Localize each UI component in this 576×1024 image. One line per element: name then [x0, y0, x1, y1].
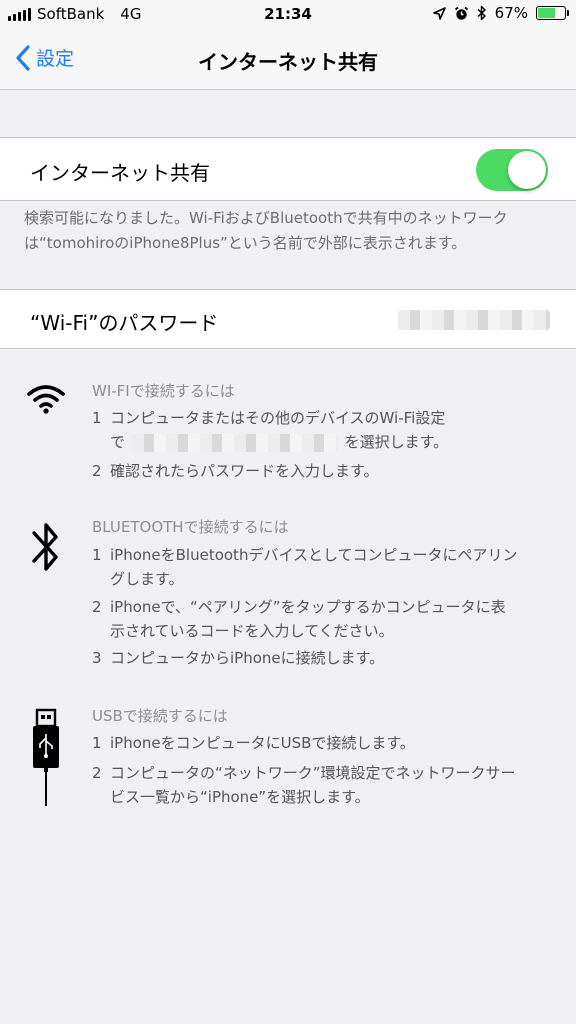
- location-arrow-icon: [432, 6, 446, 20]
- wifi-step-1-prefix: で: [110, 433, 126, 451]
- wifi-section-title: WI-FIで接続するには: [92, 382, 235, 400]
- usb-step-1: 1 iPhoneをコンピュータにUSBで接続します。: [92, 731, 566, 755]
- hotspot-toggle[interactable]: [476, 149, 548, 191]
- status-bar: SoftBank 4G 21:34 67%: [0, 0, 576, 30]
- navigation-bar: 設定 インターネット共有: [0, 30, 576, 90]
- wifi-icon: [27, 385, 65, 414]
- network-name-redacted: [131, 433, 338, 452]
- bluetooth-step-2: 2 iPhoneで、“ペアリング”をタップするかコンピュータに表 示されているコ…: [92, 595, 566, 643]
- bluetooth-step-1-line-2: グします。: [110, 570, 184, 588]
- usb-section-title: USBで接続するには: [92, 707, 228, 725]
- hotspot-footer: 検索可能になりました。Wi-FiおよびBluetoothで共有中のネットワーク …: [24, 206, 554, 256]
- wifi-password-label: “Wi-Fi”のパスワード: [30, 311, 219, 335]
- usb-step-2: 2 コンピュータの“ネットワーク”環境設定でネットワークサー ビス一覧から“iP…: [92, 761, 566, 809]
- step-number: 1: [92, 546, 102, 564]
- bluetooth-icon: [477, 5, 486, 21]
- footer-line-2: は“tomohiroのiPhone8Plus”という名前で外部に表示されます。: [24, 234, 467, 252]
- alarm-icon: [454, 6, 468, 20]
- step-number: 2: [92, 764, 102, 782]
- bluetooth-step-2-line-1: iPhoneで、“ペアリング”をタップするかコンピュータに表: [110, 598, 506, 616]
- step-number: 1: [92, 734, 102, 752]
- hotspot-label: インターネット共有: [30, 161, 210, 185]
- wifi-password-row[interactable]: “Wi-Fi”のパスワード: [0, 289, 576, 349]
- wifi-step-1-line-1: コンピュータまたはその他のデバイスのWi-Fi設定: [110, 409, 446, 427]
- bluetooth-icon: [32, 523, 58, 571]
- page-title: インターネット共有: [198, 50, 378, 74]
- wifi-step-2-text: 確認されたらパスワードを入力します。: [110, 462, 379, 480]
- usb-step-1-text: iPhoneをコンピュータにUSBで接続します。: [110, 734, 415, 752]
- battery-icon: [536, 6, 569, 20]
- bluetooth-step-3: 3 コンピュータからiPhoneに接続します。: [92, 646, 566, 670]
- usb-step-2-line-2: ビス一覧から“iPhone”を選択します。: [110, 788, 370, 806]
- step-number: 1: [92, 409, 102, 427]
- step-number: 2: [92, 598, 102, 616]
- toggle-knob: [508, 151, 546, 189]
- wifi-step-1-line-2: で を選択します。: [92, 430, 566, 454]
- bluetooth-section-title: BLUETOOTHで接続するには: [92, 518, 289, 536]
- bluetooth-step-3-text: コンピュータからiPhoneに接続します。: [110, 649, 385, 667]
- footer-line-1: 検索可能になりました。Wi-FiおよびBluetoothで共有中のネットワーク: [24, 209, 508, 227]
- wifi-step-2: 2 確認されたらパスワードを入力します。: [92, 459, 566, 483]
- wifi-step-1: 1 コンピュータまたはその他のデバイスのWi-Fi設定 で を選択します。: [92, 406, 566, 454]
- usb-step-2-line-1: コンピュータの“ネットワーク”環境設定でネットワークサー: [110, 764, 516, 782]
- wifi-step-1-suffix: を選択します。: [344, 433, 449, 451]
- usb-cable-icon: [33, 708, 59, 806]
- hotspot-toggle-row: インターネット共有: [0, 137, 576, 201]
- step-number: 2: [92, 462, 102, 480]
- bluetooth-step-2-line-2: 示されているコードを入力してください。: [110, 622, 394, 640]
- battery-percent: 67%: [494, 4, 528, 22]
- password-value-redacted: [398, 310, 550, 330]
- step-number: 3: [92, 649, 102, 667]
- status-right: 67%: [432, 4, 569, 22]
- bluetooth-step-1-line-1: iPhoneをBluetoothデバイスとしてコンピュータにペアリン: [110, 546, 518, 564]
- bluetooth-step-1: 1 iPhoneをBluetoothデバイスとしてコンピュータにペアリン グしま…: [92, 543, 566, 591]
